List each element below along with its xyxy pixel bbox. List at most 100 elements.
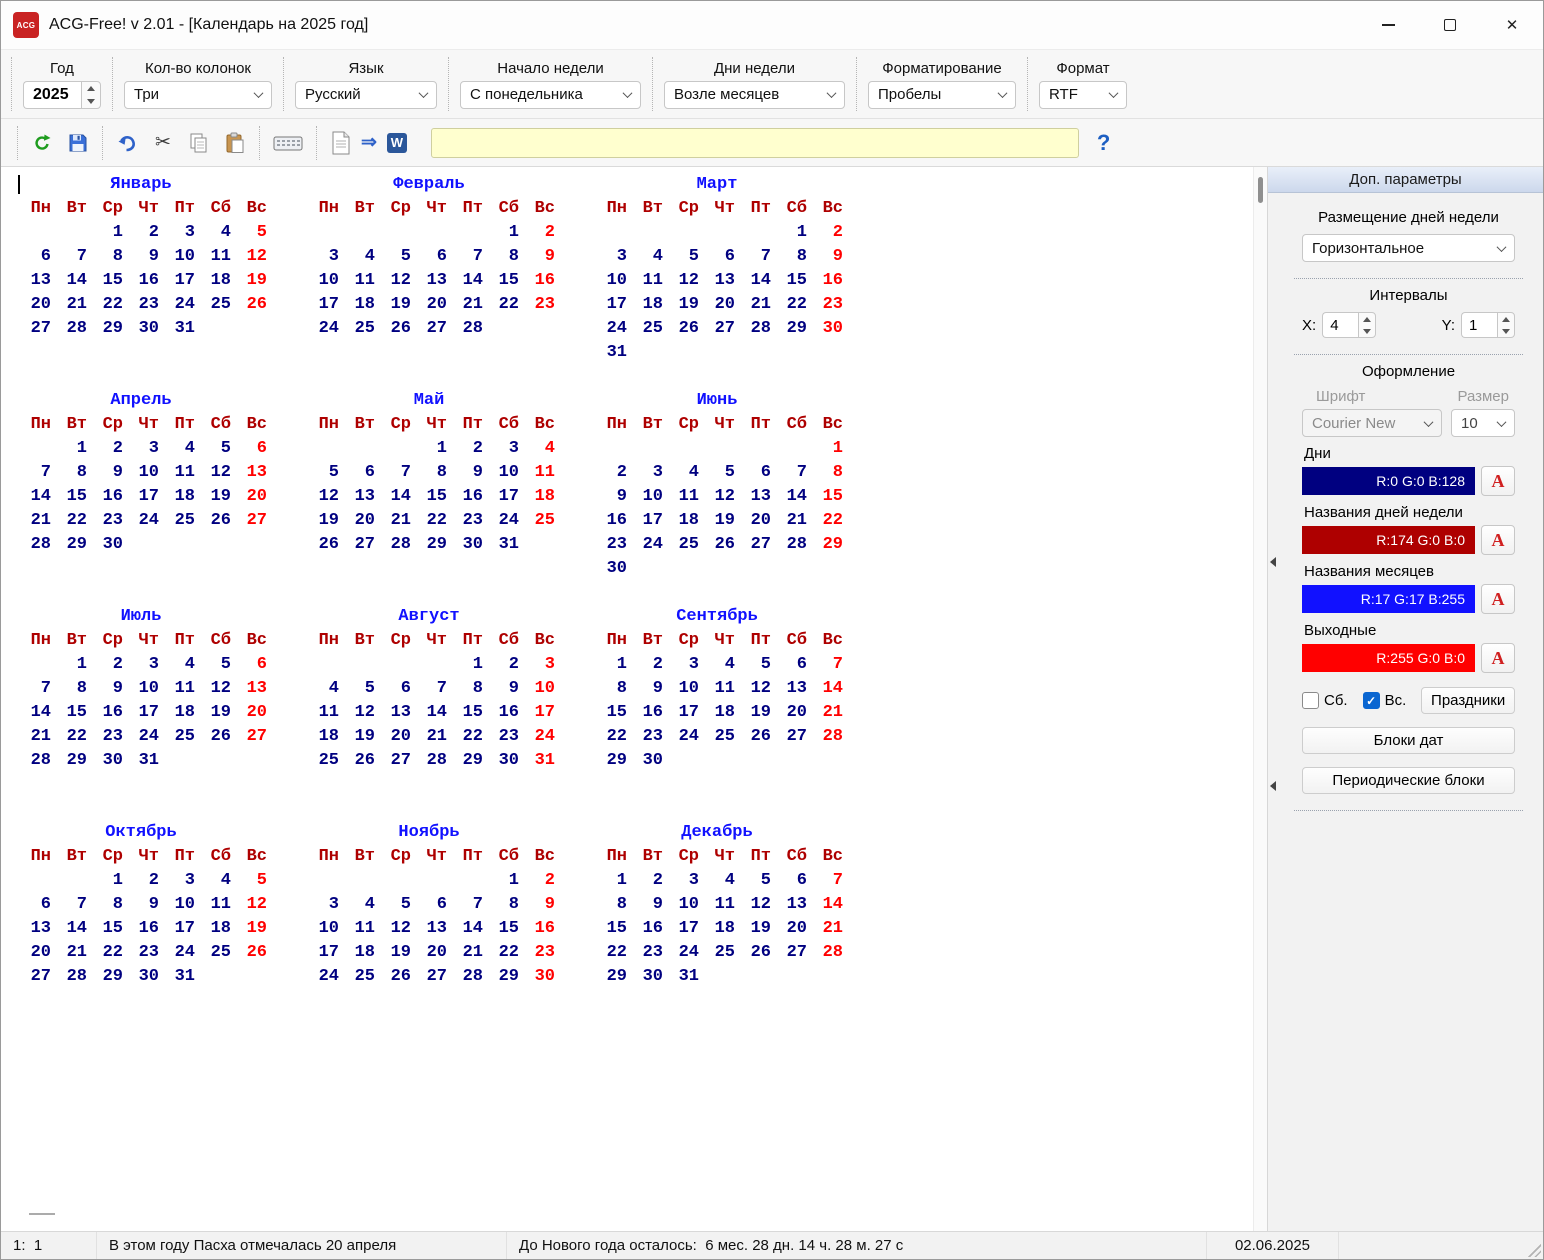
formatting-group: Форматирование Пробелы bbox=[857, 60, 1027, 109]
day-number-weekend: 19 bbox=[246, 271, 267, 290]
periodic-blocks-button[interactable]: Периодические блоки bbox=[1302, 767, 1515, 794]
weekend-font-color-button[interactable]: A bbox=[1481, 643, 1515, 673]
text-input[interactable] bbox=[430, 127, 1079, 158]
day-number: 7 bbox=[40, 679, 51, 698]
y-spin-down[interactable] bbox=[1498, 325, 1514, 337]
date-blocks-button[interactable]: Блоки дат bbox=[1302, 727, 1515, 754]
day-number: 31 bbox=[678, 967, 699, 986]
month-names-color-swatch[interactable]: R:17 G:17 B:255 bbox=[1302, 585, 1475, 613]
day-number: 15 bbox=[462, 703, 483, 722]
day-number-weekend: 2 bbox=[544, 223, 555, 242]
font-select[interactable]: Courier New bbox=[1302, 409, 1442, 437]
day-number: 30 bbox=[102, 751, 123, 770]
weekday-header: Пт bbox=[750, 415, 771, 434]
formatting-select[interactable]: Пробелы bbox=[868, 80, 1016, 109]
week-row: 11 12 13 14 15 16 17 bbox=[303, 701, 555, 725]
document-button[interactable] bbox=[323, 125, 359, 161]
weekday-header: Вс bbox=[822, 847, 843, 866]
day-number-weekend: 25 bbox=[534, 511, 555, 530]
y-interval-spinner[interactable] bbox=[1497, 312, 1515, 338]
day-number: 20 bbox=[426, 943, 447, 962]
calendar-editor[interactable]: Январь Пн Вт Ср Чт Пт Сб Вс 1 2 3 4 5 6 7 8 9 10 11 12 13 14 1… bbox=[1, 167, 1267, 1231]
year-spin-down[interactable] bbox=[82, 95, 100, 108]
x-spin-down[interactable] bbox=[1359, 325, 1375, 337]
days-color-swatch[interactable]: R:0 G:0 B:128 bbox=[1302, 467, 1475, 495]
weekdays-select[interactable]: Возле месяцев bbox=[664, 80, 845, 109]
month-block: Ноябрь Пн Вт Ср Чт Пт Сб Вс 1 2 3 4 5 6 7 8 9 10 11 12 13 14 1… bbox=[303, 821, 555, 1037]
undo-button[interactable] bbox=[109, 125, 145, 161]
x-spin-up[interactable] bbox=[1359, 313, 1375, 325]
weekday-header: Чт bbox=[138, 847, 159, 866]
x-interval-input[interactable]: 4 bbox=[1322, 312, 1359, 338]
scrollbar-thumb[interactable] bbox=[1258, 177, 1263, 203]
columns-select[interactable]: Три bbox=[124, 80, 272, 109]
vertical-scrollbar[interactable] bbox=[1253, 167, 1267, 1231]
document-icon bbox=[332, 131, 350, 154]
sunday-checkbox[interactable] bbox=[1362, 692, 1380, 709]
help-button[interactable]: ? bbox=[1097, 130, 1110, 156]
day-number: 7 bbox=[796, 463, 807, 482]
day-number: 23 bbox=[102, 727, 123, 746]
format-select[interactable]: RTF bbox=[1039, 80, 1127, 109]
weekend-color-swatch[interactable]: R:255 G:0 B:0 bbox=[1302, 644, 1475, 672]
language-label: Язык bbox=[348, 59, 384, 77]
content-area: Январь Пн Вт Ср Чт Пт Сб Вс 1 2 3 4 5 6 7 8 9 10 11 12 13 14 1… bbox=[1, 167, 1543, 1231]
language-select[interactable]: Русский bbox=[295, 80, 437, 109]
year-input[interactable]: 2025 bbox=[23, 80, 81, 109]
weekday-font-color-button[interactable]: A bbox=[1481, 525, 1515, 555]
day-number: 31 bbox=[138, 751, 159, 770]
day-number: 18 bbox=[210, 919, 231, 938]
day-number: 27 bbox=[714, 319, 735, 338]
day-number: 25 bbox=[210, 943, 231, 962]
generate-button[interactable] bbox=[24, 125, 60, 161]
day-number: 24 bbox=[174, 295, 195, 314]
weekday-header: Вт bbox=[354, 199, 375, 218]
week-row: 30 bbox=[591, 557, 843, 581]
day-number: 29 bbox=[102, 319, 123, 338]
month-font-color-button[interactable]: A bbox=[1481, 584, 1515, 614]
day-number-weekend: 30 bbox=[534, 967, 555, 986]
cut-button[interactable]: ✂ bbox=[145, 125, 181, 161]
placement-select[interactable]: Горизонтальное bbox=[1302, 234, 1515, 262]
day-number: 3 bbox=[616, 247, 627, 266]
weekday-header: Ср bbox=[678, 415, 699, 434]
minimize-button[interactable] bbox=[1357, 1, 1419, 49]
year-spinner[interactable] bbox=[81, 80, 101, 109]
weekstart-select[interactable]: С понедельника bbox=[460, 80, 641, 109]
day-number: 12 bbox=[678, 271, 699, 290]
day-number: 11 bbox=[210, 895, 231, 914]
day-number: 10 bbox=[138, 463, 159, 482]
day-number: 28 bbox=[750, 319, 771, 338]
saturday-checkbox[interactable] bbox=[1302, 692, 1319, 709]
day-number-weekend: 27 bbox=[246, 511, 267, 530]
collapse-arrow-icon[interactable] bbox=[1270, 557, 1276, 567]
collapse-arrow-icon[interactable] bbox=[1270, 781, 1276, 791]
y-interval-input[interactable]: 1 bbox=[1461, 312, 1497, 338]
weekday-header: Ср bbox=[390, 631, 411, 650]
size-select[interactable]: 10 bbox=[1451, 409, 1515, 437]
splitter-handle[interactable] bbox=[29, 1213, 55, 1215]
export-word-button[interactable]: W bbox=[379, 125, 415, 161]
day-number-weekend: 23 bbox=[534, 295, 555, 314]
holidays-button[interactable]: Праздники bbox=[1421, 687, 1515, 714]
save-button[interactable] bbox=[60, 125, 96, 161]
weekday-names-color-swatch[interactable]: R:174 G:0 B:0 bbox=[1302, 526, 1475, 554]
day-number: 15 bbox=[786, 271, 807, 290]
day-number: 11 bbox=[174, 463, 195, 482]
paste-button[interactable] bbox=[217, 125, 253, 161]
day-number: 14 bbox=[30, 703, 51, 722]
day-number: 9 bbox=[616, 487, 627, 506]
column-width-button[interactable] bbox=[266, 125, 310, 161]
x-interval-spinner[interactable] bbox=[1358, 312, 1377, 338]
close-button[interactable]: ✕ bbox=[1481, 1, 1543, 49]
copy-button[interactable] bbox=[181, 125, 217, 161]
days-font-color-button[interactable]: A bbox=[1481, 466, 1515, 496]
separator bbox=[1294, 278, 1523, 279]
maximize-button[interactable] bbox=[1419, 1, 1481, 49]
month-name: Февраль bbox=[393, 175, 465, 194]
day-number-weekend: 26 bbox=[246, 295, 267, 314]
day-number-weekend: 6 bbox=[256, 655, 267, 674]
day-number-weekend: 16 bbox=[822, 271, 843, 290]
year-spin-up[interactable] bbox=[82, 82, 100, 95]
y-spin-up[interactable] bbox=[1498, 313, 1514, 325]
